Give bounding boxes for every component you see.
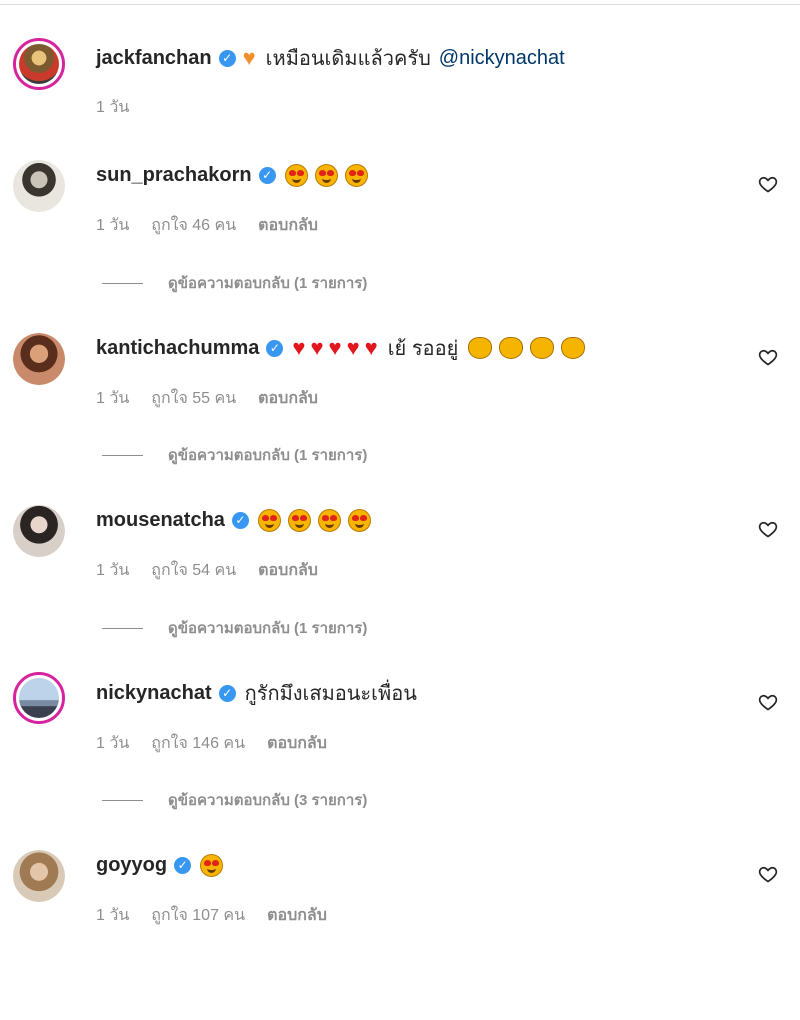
view-replies-button[interactable]: ดูข้อความตอบกลับ (1 รายการ) bbox=[102, 617, 367, 639]
comment-item: mousenatcha ✓ 1 วัน ถูกใจ 54 คน ตอบกลับ … bbox=[0, 500, 800, 675]
comment-item: kantichachumma ✓ ♥ ♥ ♥ ♥ ♥ เย้ รออยู่ 1 … bbox=[0, 328, 800, 503]
avatar[interactable] bbox=[13, 333, 65, 385]
view-replies-label: ดูข้อความตอบกลับ (1 รายการ) bbox=[168, 620, 368, 637]
reply-button[interactable]: ตอบกลับ bbox=[258, 386, 318, 411]
comment-text: กูรักมึงเสมอนะเพื่อน bbox=[244, 683, 417, 705]
avatar[interactable] bbox=[13, 38, 65, 90]
heart-eyes-emoji-icon bbox=[284, 163, 308, 187]
heart-eyes-emoji-icon bbox=[200, 853, 224, 877]
heart-eyes-emoji-icon bbox=[344, 163, 368, 187]
reply-button[interactable]: ตอบกลับ bbox=[258, 558, 318, 583]
comment-time: 1 วัน bbox=[96, 561, 130, 579]
comment-username[interactable]: nickynachat bbox=[96, 682, 212, 705]
divider-dash bbox=[102, 282, 143, 284]
post-caption: jackfanchan ✓ ♥ เหมือนเดิมแล้วครับ @nick… bbox=[0, 0, 800, 140]
heart-eyes-emoji-icon bbox=[287, 508, 311, 532]
orange-heart-icon: ♥ bbox=[242, 45, 256, 70]
caption-text: เหมือนเดิมแล้วครับ bbox=[265, 48, 431, 70]
view-replies-button[interactable]: ดูข้อความตอบกลับ (1 รายการ) bbox=[102, 444, 367, 466]
comment-likes[interactable]: ถูกใจ 146 คน bbox=[151, 731, 245, 756]
comment-likes[interactable]: ถูกใจ 55 คน bbox=[151, 386, 236, 411]
comment-text: เย้ รออยู่ bbox=[387, 338, 459, 360]
heart-eyes-emoji-icon bbox=[347, 508, 371, 532]
heart-eyes-emoji-icon bbox=[314, 163, 338, 187]
clapping-hands-icon bbox=[499, 337, 524, 359]
comment-time: 1 วัน bbox=[96, 389, 130, 407]
red-heart-icon: ♥ bbox=[310, 335, 324, 360]
comment-likes[interactable]: ถูกใจ 54 คน bbox=[151, 558, 236, 583]
view-replies-label: ดูข้อความตอบกลับ (1 รายการ) bbox=[168, 275, 368, 292]
comment-item: goyyog ✓ 1 วัน ถูกใจ 107 คน ตอบกลับ bbox=[0, 845, 800, 1020]
view-replies-button[interactable]: ดูข้อความตอบกลับ (3 รายการ) bbox=[102, 789, 367, 811]
caption-meta: 1 วัน bbox=[96, 96, 151, 118]
verified-badge-icon: ✓ bbox=[231, 511, 249, 529]
heart-eyes-emoji-icon bbox=[317, 508, 341, 532]
comment-username[interactable]: goyyog bbox=[96, 854, 167, 877]
red-heart-icon: ♥ bbox=[346, 335, 360, 360]
comment-likes[interactable]: ถูกใจ 107 คน bbox=[151, 903, 245, 928]
avatar[interactable] bbox=[13, 672, 65, 724]
view-replies-label: ดูข้อความตอบกลับ (1 รายการ) bbox=[168, 447, 368, 464]
view-replies-label: ดูข้อความตอบกลับ (3 รายการ) bbox=[168, 792, 368, 809]
view-replies-button[interactable]: ดูข้อความตอบกลับ (1 รายการ) bbox=[102, 272, 367, 294]
comment-username[interactable]: sun_prachakorn bbox=[96, 164, 252, 187]
verified-badge-icon: ✓ bbox=[266, 339, 284, 357]
comment-username[interactable]: mousenatcha bbox=[96, 509, 225, 532]
heart-outline-icon[interactable] bbox=[758, 692, 778, 712]
reply-button[interactable]: ตอบกลับ bbox=[267, 731, 327, 756]
reply-button[interactable]: ตอบกลับ bbox=[258, 213, 318, 238]
divider-dash bbox=[102, 454, 143, 456]
heart-outline-icon[interactable] bbox=[758, 864, 778, 884]
comment-time: 1 วัน bbox=[96, 216, 130, 234]
divider-dash bbox=[102, 799, 143, 801]
avatar[interactable] bbox=[13, 850, 65, 902]
clapping-hands-icon bbox=[468, 337, 493, 359]
comment-username[interactable]: kantichachumma bbox=[96, 337, 259, 360]
verified-badge-icon: ✓ bbox=[218, 49, 236, 67]
comment-time: 1 วัน bbox=[96, 734, 130, 752]
red-heart-icon: ♥ bbox=[292, 335, 306, 360]
caption-username[interactable]: jackfanchan bbox=[96, 47, 212, 70]
divider-dash bbox=[102, 627, 143, 629]
mention-link[interactable]: @nickynachat bbox=[439, 47, 565, 70]
avatar[interactable] bbox=[13, 160, 65, 212]
verified-badge-icon: ✓ bbox=[218, 684, 236, 702]
comment-item: sun_prachakorn ✓ 1 วัน ถูกใจ 46 คน ตอบกล… bbox=[0, 155, 800, 330]
avatar[interactable] bbox=[13, 505, 65, 557]
heart-outline-icon[interactable] bbox=[758, 519, 778, 539]
verified-badge-icon: ✓ bbox=[174, 856, 192, 874]
clapping-hands-icon bbox=[561, 337, 586, 359]
reply-button[interactable]: ตอบกลับ bbox=[267, 903, 327, 928]
heart-eyes-emoji-icon bbox=[257, 508, 281, 532]
verified-badge-icon: ✓ bbox=[258, 166, 276, 184]
red-heart-icon: ♥ bbox=[328, 335, 342, 360]
heart-outline-icon[interactable] bbox=[758, 347, 778, 367]
comment-time: 1 วัน bbox=[96, 906, 130, 924]
red-heart-icon: ♥ bbox=[364, 335, 378, 360]
comment-likes[interactable]: ถูกใจ 46 คน bbox=[151, 213, 236, 238]
clapping-hands-icon bbox=[530, 337, 555, 359]
comment-item: nickynachat ✓ กูรักมึงเสมอนะเพื่อน 1 วัน… bbox=[0, 670, 800, 845]
caption-time: 1 วัน bbox=[96, 98, 130, 116]
heart-outline-icon[interactable] bbox=[758, 174, 778, 194]
